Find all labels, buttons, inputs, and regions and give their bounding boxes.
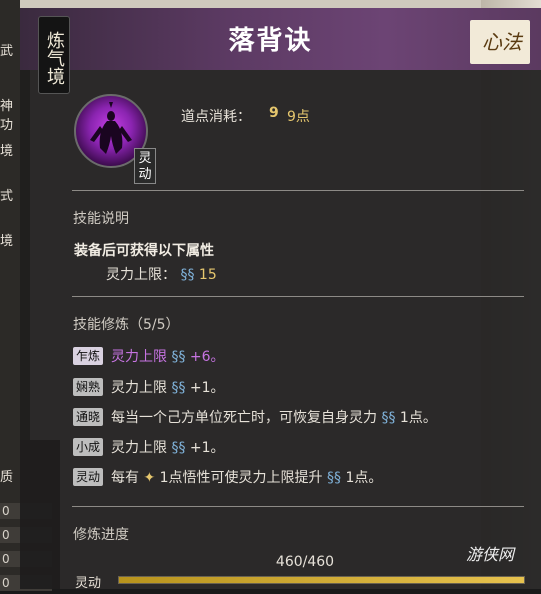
spirit-power-icon: §§ — [180, 267, 195, 283]
stage-tag: 娴熟 — [73, 377, 103, 396]
stage-tag: 乍炼 — [73, 346, 103, 365]
category-badge-label: 心法 — [482, 30, 522, 54]
stage-tag: 灵动 — [73, 467, 103, 486]
spirit-power-icon: §§ — [381, 409, 396, 426]
skill-type-tag: 灵动 — [134, 148, 156, 184]
stat-row: 灵力上限： §§ 15 — [106, 264, 217, 284]
dao-point-icon: 9 — [269, 105, 279, 121]
stage-tag: 小成 — [73, 437, 103, 456]
cultivation-row: 娴熟 灵力上限 §§ +1。 — [73, 376, 225, 398]
spirit-power-icon: §§ — [171, 439, 186, 456]
row-text: 每当一个己方单位死亡时，可恢复自身灵力 §§ 1点。 — [111, 409, 437, 426]
progress-text: 460/460 — [275, 554, 335, 570]
realm-badge: 炼气境 — [38, 16, 70, 94]
insight-star-icon: ✦ — [143, 469, 156, 486]
progress-fill — [119, 577, 524, 583]
cost-value: 9点 — [287, 109, 310, 125]
spirit-power-icon: §§ — [327, 469, 342, 486]
description-title: 技能说明 — [73, 211, 129, 227]
watermark: 游侠网 — [466, 545, 515, 564]
stat-label: 灵力上限： — [106, 267, 176, 283]
progress-title: 修炼进度 — [73, 527, 129, 543]
skill-title: 落背诀 — [228, 26, 313, 56]
spirit-power-icon: §§ — [171, 379, 186, 396]
divider — [72, 190, 524, 191]
stage-tag: 通晓 — [73, 407, 103, 426]
row-text: 每有 ✦ 1点悟性可使灵力上限提升 §§ 1点。 — [111, 469, 383, 486]
cultivation-title: 技能修炼（5/5） — [73, 317, 180, 333]
cultivation-row: 通晓 每当一个己方单位死亡时，可恢复自身灵力 §§ 1点。 — [73, 406, 437, 428]
cultivation-row: 灵动 每有 ✦ 1点悟性可使灵力上限提升 §§ 1点。 — [73, 466, 382, 488]
divider — [72, 296, 524, 297]
bg-bottom-label: 灵动 — [75, 576, 102, 591]
progress-bar — [118, 576, 525, 584]
cultivation-row: 乍炼 灵力上限 §§ +6。 — [73, 345, 225, 367]
background-left-edge — [0, 0, 20, 589]
row-text: 灵力上限 §§ +6。 — [111, 348, 225, 365]
cost-label: 道点消耗： — [181, 109, 251, 125]
stat-value: 15 — [198, 267, 217, 283]
row-text: 灵力上限 §§ +1。 — [111, 379, 225, 396]
description-line: 装备后可获得以下属性 — [74, 243, 214, 259]
divider — [72, 506, 524, 507]
spirit-power-icon: §§ — [171, 348, 186, 365]
cultivation-row: 小成 灵力上限 §§ +1。 — [73, 436, 225, 458]
row-text: 灵力上限 §§ +1。 — [111, 439, 225, 456]
